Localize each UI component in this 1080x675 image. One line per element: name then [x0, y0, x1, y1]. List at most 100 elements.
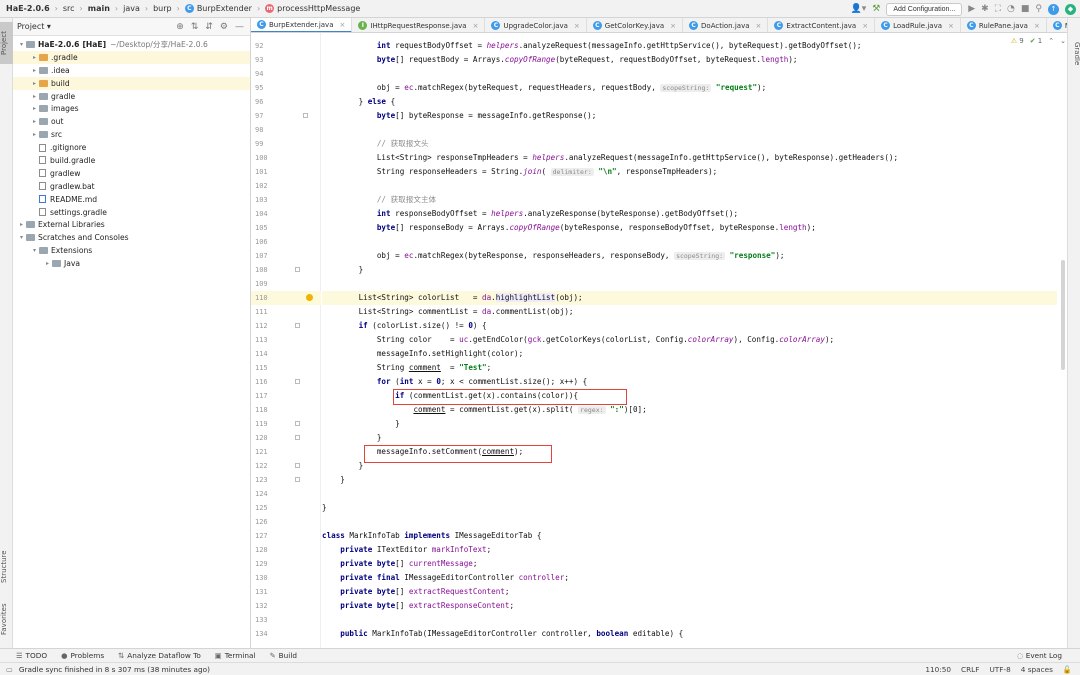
chevron-right-icon[interactable]: ▸ — [30, 54, 39, 61]
locate-icon[interactable]: ⊕ — [176, 22, 184, 32]
code-line[interactable]: List<String> commentList = da.commentLis… — [322, 305, 1057, 319]
code-line[interactable] — [322, 515, 1057, 529]
run-icon[interactable]: ▶ — [968, 0, 975, 18]
tree-item[interactable]: ▸ Java — [13, 257, 250, 270]
code-editor[interactable]: int requestBodyOffset = helpers.analyzeR… — [322, 33, 1057, 648]
favorites-tool-tab[interactable]: Favorites — [0, 596, 13, 642]
tree-item[interactable]: README.md — [13, 193, 250, 206]
chevron-right-icon[interactable]: ▸ — [43, 260, 52, 267]
editor-tab[interactable]: C UpgradeColor.java × — [485, 18, 587, 32]
tree-item[interactable]: gradlew.bat — [13, 180, 250, 193]
breadcrumb-method[interactable]: processHttpMessage — [277, 4, 360, 13]
chevron-down-icon[interactable]: ▾ — [17, 234, 26, 241]
code-line[interactable]: byte[] responseBody = Arrays.copyOfRange… — [322, 221, 1057, 235]
lock-icon[interactable]: 🔓 — [1063, 665, 1072, 674]
todo-tool-button[interactable]: ☰ TODO — [16, 651, 47, 660]
code-line[interactable]: int responseBodyOffset = helpers.analyze… — [322, 207, 1057, 221]
gear-icon[interactable]: ⚙ — [220, 22, 228, 32]
fold-marker[interactable] — [295, 463, 300, 468]
code-line[interactable]: byte[] requestBody = Arrays.copyOfRange(… — [322, 53, 1057, 67]
editor-tab[interactable]: C RulePane.java × — [961, 18, 1047, 32]
tree-item[interactable]: gradlew — [13, 167, 250, 180]
code-line[interactable]: private byte[] extractResponseContent; — [322, 599, 1057, 613]
code-line[interactable]: private byte[] currentMessage; — [322, 557, 1057, 571]
code-line[interactable]: private byte[] extractRequestContent; — [322, 585, 1057, 599]
close-icon[interactable]: × — [670, 22, 676, 30]
code-line[interactable] — [322, 277, 1057, 291]
tree-item[interactable]: ▸ gradle — [13, 90, 250, 103]
build-tool-button[interactable]: ✎ Build — [270, 651, 297, 660]
fold-marker[interactable] — [295, 323, 300, 328]
code-line[interactable]: for (int x = 0; x < commentList.size(); … — [322, 375, 1057, 389]
tree-item[interactable]: ▸ External Libraries — [13, 218, 250, 231]
inspection-widget[interactable]: ⚠ 9 ✔ 1 ⌃ ⌄ — [1011, 37, 1066, 45]
tree-item[interactable]: ▸ images — [13, 102, 250, 115]
code-line[interactable]: byte[] byteResponse = messageInfo.getRes… — [322, 109, 1057, 123]
tree-item[interactable]: ▸ src — [13, 128, 250, 141]
chevron-down-icon[interactable]: ▾ — [30, 247, 39, 254]
editor-scrollbar[interactable] — [1061, 260, 1065, 370]
code-line[interactable]: comment = commentList.get(x).split( rege… — [322, 403, 1057, 417]
search-icon[interactable]: ⚲ — [1035, 0, 1042, 18]
event-log-button[interactable]: ◌ Event Log — [1017, 651, 1080, 660]
code-line[interactable]: List<String> colorList = da.highlightLis… — [322, 291, 1057, 305]
breadcrumb-burp[interactable]: burp — [153, 4, 172, 13]
code-line[interactable]: } — [322, 459, 1057, 473]
tree-item[interactable]: settings.gradle — [13, 206, 250, 219]
code-line[interactable] — [322, 179, 1057, 193]
fold-marker[interactable] — [295, 477, 300, 482]
project-view-selector[interactable]: Project ▾ — [17, 22, 51, 31]
user-icon[interactable]: 👤▾ — [851, 0, 867, 18]
chevron-right-icon[interactable]: ▸ — [30, 67, 39, 74]
editor-tab[interactable]: C BurpExtender.java × — [251, 18, 353, 32]
code-line[interactable] — [322, 67, 1057, 81]
update-icon[interactable]: ↑ — [1048, 3, 1059, 15]
tree-item[interactable]: ▾ Scratches and Consoles — [13, 231, 250, 244]
status-message[interactable]: Gradle sync finished in 8 s 307 ms (38 m… — [19, 665, 210, 674]
code-line[interactable]: } else { — [322, 95, 1057, 109]
tree-item[interactable]: ▸ out — [13, 115, 250, 128]
gradle-tool-tab[interactable]: Gradle — [1068, 34, 1080, 74]
code-line[interactable]: obj = ec.matchRegex(byteRequest, request… — [322, 81, 1057, 95]
code-line[interactable]: // 获取报文主体 — [322, 193, 1057, 207]
tree-item[interactable]: ▸ build — [13, 76, 250, 90]
status-box-icon[interactable]: ▭ — [6, 665, 13, 674]
code-line[interactable] — [322, 487, 1057, 501]
editor-tab[interactable]: I IHttpRequestResponse.java × — [352, 18, 486, 32]
collapse-icon[interactable]: ⇅ — [191, 22, 199, 32]
file-encoding[interactable]: UTF-8 — [989, 665, 1010, 674]
close-icon[interactable]: × — [948, 22, 954, 30]
profile-icon[interactable]: ◔ — [1007, 0, 1015, 18]
close-icon[interactable]: × — [1034, 22, 1040, 30]
indent-setting[interactable]: 4 spaces — [1021, 665, 1053, 674]
editor-tab[interactable]: C LoadRule.java × — [875, 18, 961, 32]
editor-tab[interactable]: C GetColorKey.java × — [587, 18, 684, 32]
close-icon[interactable]: × — [340, 21, 346, 29]
breadcrumb-src[interactable]: src — [63, 4, 75, 13]
tree-item[interactable]: build.gradle — [13, 154, 250, 167]
expand-icon[interactable]: ⇵ — [205, 22, 213, 32]
code-line[interactable]: public MarkInfoTab(IMessageEditorControl… — [322, 627, 1057, 641]
caret-position[interactable]: 110:50 — [925, 665, 951, 674]
chevron-right-icon[interactable]: ▸ — [30, 105, 39, 112]
fold-marker[interactable] — [295, 267, 300, 272]
terminal-tool-button[interactable]: ▣ Terminal — [215, 651, 256, 660]
stop-icon[interactable]: ■ — [1021, 0, 1030, 18]
chevron-up-icon[interactable]: ⌃ — [1048, 37, 1054, 45]
tree-item[interactable]: ▾ HaE-2.0.6 [HaE] ~/Desktop/分享/HaE-2.0.6 — [13, 38, 250, 51]
breadcrumb-class[interactable]: BurpExtender — [197, 4, 252, 13]
code-line[interactable] — [322, 235, 1057, 249]
code-line[interactable]: if (commentList.get(x).contains(color)){ — [322, 389, 1057, 403]
code-line[interactable]: class MarkInfoTab implements IMessageEdi… — [322, 529, 1057, 543]
project-tool-tab[interactable]: Project — [0, 22, 13, 64]
structure-tool-tab[interactable]: Structure — [0, 544, 13, 590]
code-line[interactable]: private final IMessageEditorController c… — [322, 571, 1057, 585]
editor-tab[interactable]: CMainUI.java× — [1047, 18, 1067, 32]
fold-marker[interactable] — [295, 435, 300, 440]
problems-tool-button[interactable]: ● Problems — [61, 651, 104, 660]
coverage-icon[interactable]: ⛶ — [995, 0, 1001, 18]
editor-tab[interactable]: C DoAction.java × — [683, 18, 769, 32]
tree-item[interactable]: ▸ .idea — [13, 64, 250, 77]
code-line[interactable]: } — [322, 417, 1057, 431]
close-icon[interactable]: × — [862, 22, 868, 30]
